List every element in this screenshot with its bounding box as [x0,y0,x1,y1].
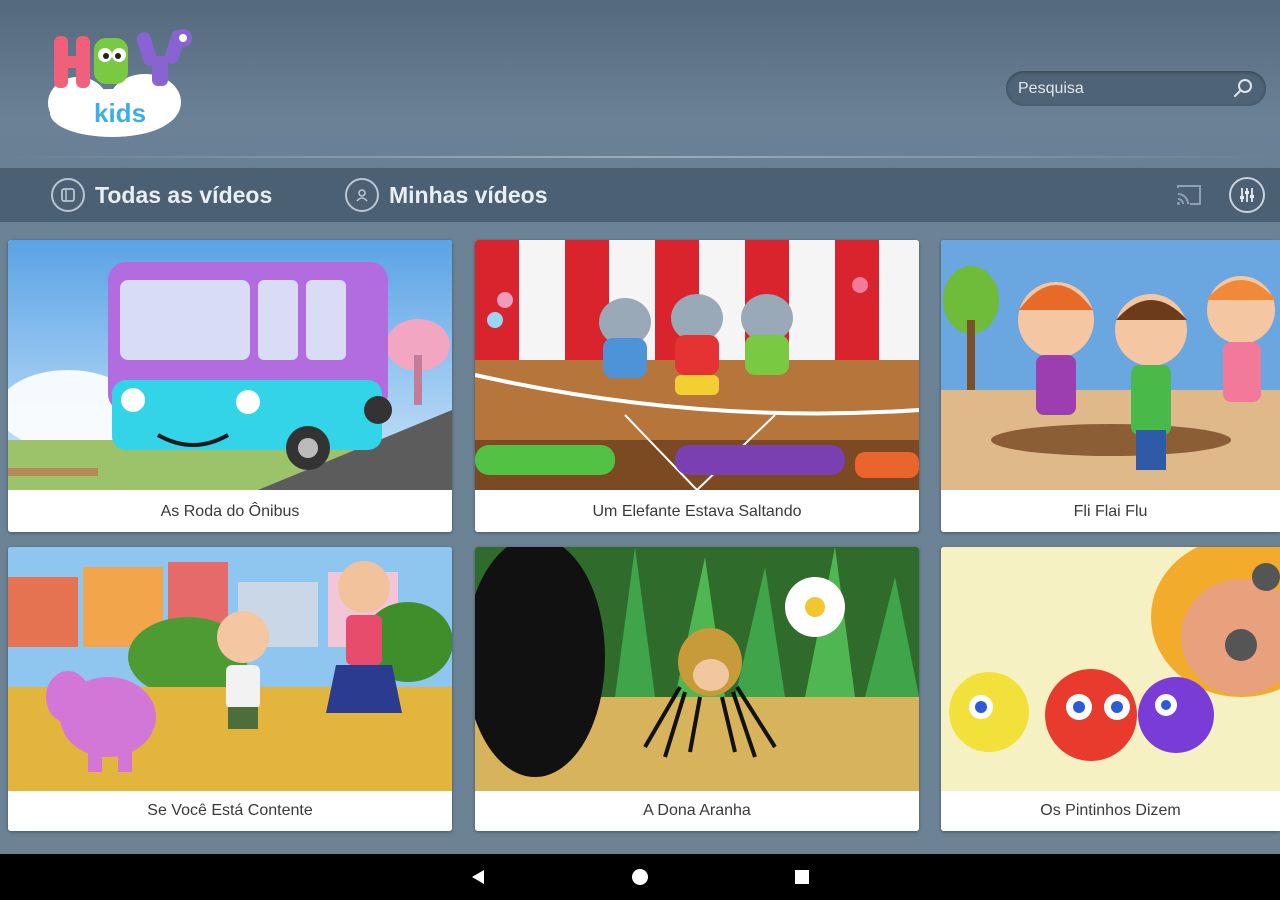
tab-all-videos-label: Todas as vídeos [95,181,273,208]
hey-kids-logo[interactable]: kids [40,18,210,143]
video-title: A Dona Aranha [475,791,919,831]
video-thumbnail [941,240,1280,490]
video-title: Os Pintinhos Dizem [941,791,1280,831]
search-icon[interactable] [1232,77,1254,99]
sliders-icon [1240,188,1254,202]
video-list-icon [51,178,85,212]
video-thumbnail [8,240,452,490]
video-title: Um Elefante Estava Saltando [475,492,919,532]
recents-square-icon[interactable] [792,867,812,887]
video-thumbnail [475,547,919,791]
search-input[interactable]: Pesquisa [1006,71,1266,106]
video-card[interactable]: Fli Flai Flu [941,240,1280,532]
video-card[interactable]: As Roda do Ônibus [8,240,452,532]
video-card[interactable]: Um Elefante Estava Saltando [475,240,919,532]
tab-all-videos[interactable]: Todas as vídeos [51,177,272,213]
tab-my-videos[interactable]: Minhas vídeos [345,177,547,213]
cast-icon[interactable] [1176,184,1202,206]
video-card[interactable]: A Dona Aranha [475,547,919,831]
video-card[interactable]: Os Pintinhos Dizem [941,547,1280,831]
video-thumbnail [941,547,1280,791]
settings-button[interactable] [1229,177,1265,213]
logo-sub-text: kids [94,98,146,128]
search-placeholder: Pesquisa [1018,80,1084,97]
video-title: Se Você Está Contente [8,791,452,831]
app-header: kids Pesquisa [0,0,1280,168]
video-card[interactable]: Se Você Está Contente [8,547,452,831]
tab-my-videos-label: Minhas vídeos [389,181,548,208]
user-icon [345,178,379,212]
video-thumbnail [475,240,919,490]
video-title: As Roda do Ônibus [8,492,452,532]
system-nav-bar [0,854,1280,900]
back-triangle-icon[interactable] [468,867,488,887]
video-thumbnail [8,547,452,791]
video-title: Fli Flai Flu [941,492,1280,532]
header-divider [0,156,1280,158]
home-circle-icon[interactable] [630,867,650,887]
